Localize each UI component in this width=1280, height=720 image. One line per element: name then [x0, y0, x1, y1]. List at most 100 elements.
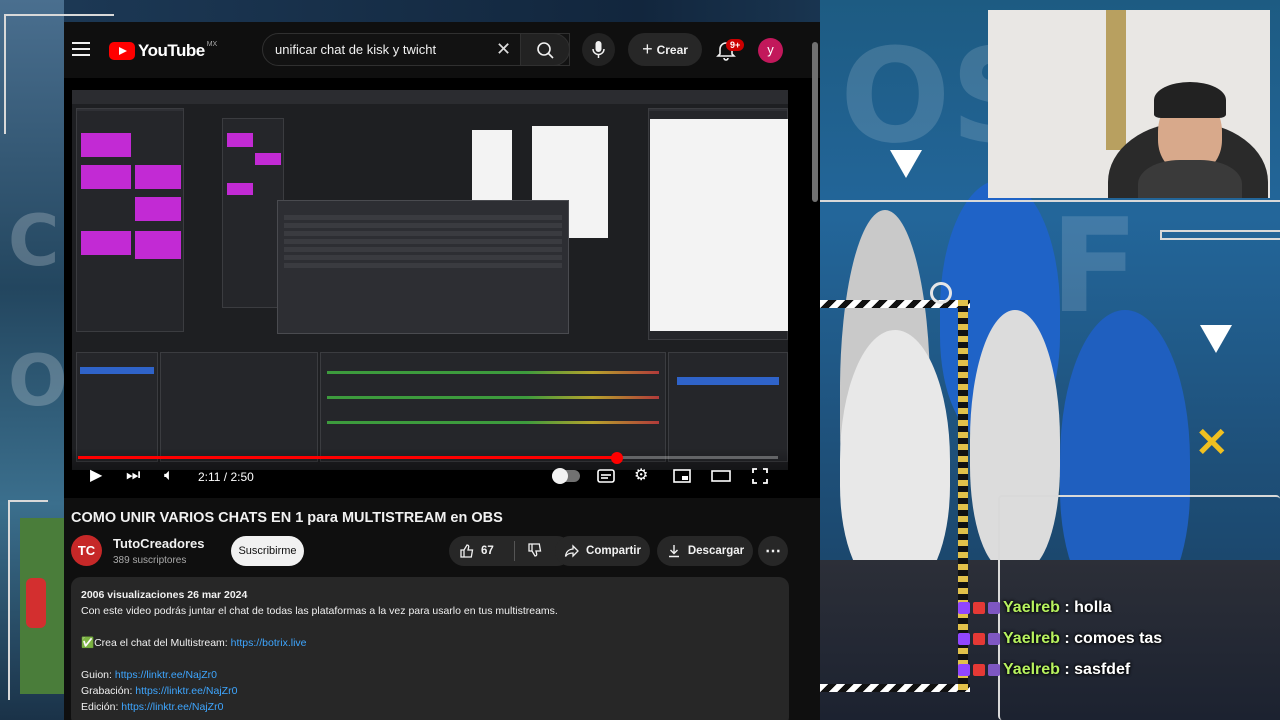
volume-icon[interactable]: 🔈︎ — [164, 466, 174, 486]
dialog-row — [284, 231, 562, 236]
voice-search-button[interactable] — [582, 33, 615, 66]
botrix-link[interactable]: https://botrix.live — [231, 637, 307, 649]
grabacion-label: Grabación: — [81, 685, 136, 697]
chat-separator: : — [1059, 598, 1075, 616]
share-icon — [564, 544, 579, 558]
description-line: Guion: https://linktr.ee/NajZr0 — [81, 667, 779, 683]
video-frame-obs-screenshot — [72, 90, 788, 470]
play-icon[interactable]: ▶ — [90, 466, 102, 486]
video-player[interactable]: ▶ ⏭ 🔈︎ 2:11 / 2:50 ⚙ — [64, 78, 820, 498]
description-line: Con este video podrás juntar el chat de … — [81, 605, 558, 617]
obs-controls-dock — [668, 352, 788, 462]
search-button[interactable] — [520, 33, 570, 66]
youtube-logo[interactable]: YouTube MX — [109, 41, 217, 61]
share-label: Compartir — [586, 545, 641, 557]
dock-title — [649, 109, 787, 111]
obs-mini-dock — [222, 118, 284, 308]
dialog-row — [284, 263, 562, 268]
chat-message: Yaelreb : holla — [958, 592, 1248, 623]
grabacion-link[interactable]: https://linktr.ee/NajZr0 — [135, 685, 237, 697]
subscribe-button[interactable]: Suscribirme — [231, 536, 304, 566]
microphone-icon — [592, 41, 605, 58]
more-actions-icon[interactable]: ⋯ — [758, 536, 788, 566]
description-line: Grabación: https://linktr.ee/NajZr0 — [81, 683, 779, 699]
subscriber-count: 389 suscriptores — [113, 555, 187, 566]
chat-separator: : — [1059, 629, 1075, 647]
channel-avatar[interactable]: TC — [71, 535, 102, 566]
youtube-badge-icon — [973, 632, 985, 645]
logo-text: YouTube — [138, 41, 205, 60]
obs-button-tile — [135, 165, 181, 189]
chat-message: Yaelreb : sasfdef — [958, 654, 1248, 685]
obs-button-tile — [255, 153, 281, 165]
chat-separator: : — [1059, 660, 1075, 678]
selected-scene-row — [80, 367, 154, 374]
obs-scenes-dock — [76, 352, 158, 462]
obs-sources-dock — [160, 352, 318, 462]
streamer-shirt — [1138, 160, 1242, 198]
audio-meter — [327, 421, 659, 424]
obs-menu-bar — [72, 90, 788, 104]
like-button[interactable]: 67 — [459, 543, 494, 559]
chat-text: holla — [1074, 598, 1112, 616]
thumbs-down-icon — [528, 542, 542, 557]
thumbs-up-icon — [460, 544, 474, 558]
youtube-window: YouTube MX unificar chat de kisk y twich… — [64, 22, 820, 720]
youtube-play-icon — [109, 42, 135, 60]
overlay-x-mark: ✕ — [1195, 421, 1229, 465]
download-button[interactable]: Descargar — [657, 536, 753, 566]
miniplayer-icon[interactable] — [672, 466, 692, 492]
description-box[interactable]: 2006 visualizaciones 26 mar 2024 Con est… — [71, 577, 789, 720]
create-button[interactable]: + Crear — [628, 33, 702, 66]
obs-button-tile — [81, 165, 131, 189]
account-avatar[interactable]: y — [758, 38, 783, 63]
like-count: 67 — [481, 545, 494, 557]
dialog-row — [284, 223, 562, 228]
overlay-triangle — [1200, 325, 1232, 353]
obs-audio-mixer-dock — [320, 352, 666, 462]
notifications-badge: 9+ — [726, 39, 745, 51]
overlay-ring — [930, 282, 952, 304]
guion-link[interactable]: https://linktr.ee/NajZr0 — [115, 669, 217, 681]
obs-button-tile — [227, 133, 253, 147]
download-icon — [668, 545, 679, 558]
fullscreen-icon[interactable] — [750, 466, 770, 492]
audio-meter — [327, 396, 659, 399]
chat-username: Yaelreb — [1003, 660, 1060, 678]
background-shelf — [1106, 10, 1126, 150]
clear-search-icon[interactable]: ✕ — [496, 40, 511, 58]
search-icon — [537, 42, 554, 59]
progress-bar[interactable] — [78, 452, 778, 464]
hamburger-menu-icon[interactable] — [72, 42, 90, 56]
dialog-row — [284, 255, 562, 260]
dislike-button[interactable] — [527, 542, 543, 561]
edicion-link[interactable]: https://linktr.ee/NajZr0 — [121, 701, 223, 713]
like-dislike-group: 67 — [449, 536, 572, 566]
custom-browser-docks-dialog — [277, 200, 569, 334]
overlay-frame-line — [1160, 230, 1280, 240]
scrubber-handle[interactable] — [611, 452, 623, 464]
share-button[interactable]: Compartir — [555, 536, 650, 566]
view-stats: 2006 visualizaciones 26 mar 2024 — [81, 589, 248, 601]
dialog-row — [284, 239, 562, 244]
twitch-badge-icon — [958, 663, 970, 676]
channel-name[interactable]: TutoCreadores — [113, 536, 205, 551]
autoplay-toggle[interactable] — [552, 468, 580, 484]
description-line: Edición: https://linktr.ee/NajZr0 — [81, 699, 779, 715]
audio-meter — [327, 371, 659, 374]
page-scrollbar[interactable] — [812, 42, 818, 202]
overlay-hazard-stripe — [820, 684, 970, 692]
next-video-icon[interactable]: ⏭ — [126, 466, 140, 486]
subtitles-icon[interactable] — [596, 466, 616, 492]
edicion-label: Edición: — [81, 701, 122, 713]
theater-mode-icon[interactable] — [710, 466, 732, 492]
chat-username: Yaelreb — [1003, 629, 1060, 647]
chat-dock-white-area — [650, 119, 788, 331]
settings-gear-icon[interactable]: ⚙ — [634, 466, 648, 486]
description-text: ✅Crea el chat del Multistream: — [81, 637, 231, 649]
search-query: unificar chat de kisk y twicht — [275, 42, 437, 57]
progress-played — [78, 456, 617, 459]
obs-start-streaming-button — [677, 377, 779, 385]
